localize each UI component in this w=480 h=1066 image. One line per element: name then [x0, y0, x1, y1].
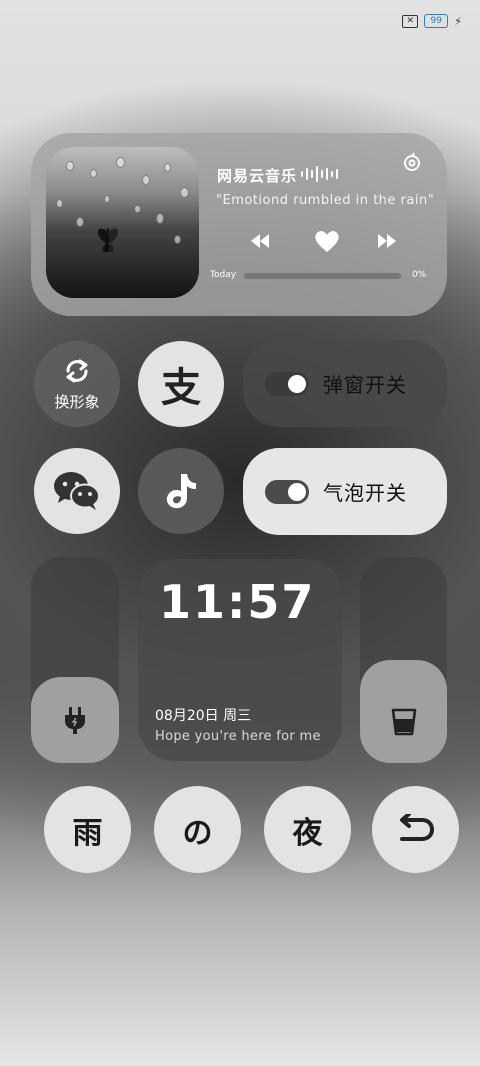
power-slider[interactable]	[31, 557, 119, 763]
no-sim-icon: ✕	[402, 14, 419, 28]
power-slider-fill[interactable]	[31, 677, 119, 763]
wechat-button[interactable]	[34, 448, 120, 534]
change-avatar-button[interactable]: 换形象	[34, 341, 120, 427]
butterfly-icon	[98, 228, 118, 253]
charging-bolt-icon: ⚡	[454, 14, 462, 28]
bubble-toggle-card[interactable]: 气泡开关	[243, 448, 447, 535]
music-widget[interactable]: 网易云音乐 "Emotiond rumbled in the rain" Tod…	[31, 133, 447, 316]
water-slider[interactable]	[360, 557, 447, 763]
alipay-icon: 支	[161, 365, 201, 411]
progress-bar[interactable]	[244, 273, 401, 279]
night-label: 夜	[292, 815, 323, 851]
progress-percent: 0%	[412, 270, 427, 280]
rain-label: 雨	[72, 815, 103, 851]
wechat-icon	[54, 472, 100, 510]
popup-toggle-label: 弹窗开关	[323, 373, 407, 397]
alipay-button[interactable]: 支	[138, 341, 224, 427]
bubble-toggle-label: 气泡开关	[323, 481, 407, 505]
clock-widget[interactable]: 11:57 08月20日 周三 Hope you're here for me	[138, 559, 342, 761]
tiktok-button[interactable]	[138, 448, 224, 534]
refresh-icon	[66, 359, 88, 382]
lyric-text: "Emotiond rumbled in the rain"	[216, 193, 435, 208]
undo-arrow-icon	[399, 813, 434, 841]
plug-icon	[65, 707, 85, 734]
popup-toggle-card[interactable]: 弹窗开关	[243, 340, 447, 427]
no-button[interactable]: の	[154, 786, 241, 873]
clock-time: 11:57	[159, 575, 316, 629]
battery-level: 99	[430, 16, 442, 26]
rain-button[interactable]: 雨	[44, 786, 131, 873]
popup-toggle-switch[interactable]	[265, 371, 309, 396]
album-cover[interactable]	[46, 147, 199, 298]
night-button[interactable]: 夜	[264, 786, 351, 873]
music-app-name: 网易云音乐	[217, 167, 298, 185]
previous-button[interactable]	[249, 231, 271, 251]
tiktok-icon	[166, 474, 196, 509]
next-button[interactable]	[376, 231, 398, 251]
glass-icon	[391, 708, 416, 735]
progress-label: Today	[210, 270, 237, 280]
clock-quote: Hope you're here for me	[155, 729, 321, 744]
netease-logo-icon[interactable]	[402, 152, 422, 172]
bubble-toggle-switch[interactable]	[265, 479, 309, 504]
no-label: の	[182, 815, 213, 851]
clock-date: 08月20日 周三	[155, 708, 252, 724]
change-avatar-label: 换形象	[54, 392, 100, 411]
waveform-icon	[301, 166, 338, 182]
water-slider-fill[interactable]	[360, 660, 447, 763]
heart-button[interactable]	[314, 229, 340, 253]
battery-icon: 99	[424, 14, 449, 28]
status-bar: ✕ 99 ⚡	[402, 14, 462, 28]
back-button[interactable]	[372, 786, 459, 873]
